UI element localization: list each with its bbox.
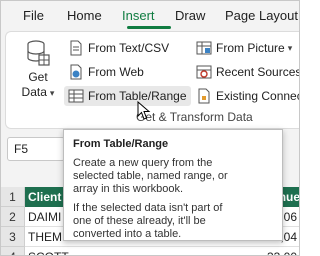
existing-connections-button[interactable]: Existing Connect [196,86,300,106]
get-data-button[interactable]: Get Data ▾ [16,38,60,108]
name-box-value: F5 [14,142,29,156]
from-web-button[interactable]: From Web [68,62,144,82]
recent-sources-label: Recent Sources [216,65,300,79]
row-number[interactable]: 4 [1,247,25,255]
from-text-csv-label: From Text/CSV [88,41,170,55]
from-picture-button[interactable]: From Picture ▾ [196,38,292,58]
get-data-label: Get [28,70,48,84]
tab-insert[interactable]: Insert [122,8,155,23]
tab-file[interactable]: File [23,8,44,23]
from-web-label: From Web [88,65,144,79]
chevron-down-icon: ▾ [49,88,55,98]
tab-home[interactable]: Home [67,8,102,23]
tab-page-layout[interactable]: Page Layout [225,8,298,23]
data-label: Data [21,85,47,99]
tooltip-description: Create a new query from the selected tab… [73,157,228,195]
from-picture-label: From Picture [216,41,285,55]
connection-file-icon [198,88,210,104]
ribbon-tabs: File Home Insert Draw Page Layout [1,1,299,29]
existing-connections-label: Existing Connect [216,89,300,103]
group-label-get-transform: Get & Transform Data [136,110,253,124]
from-table-range-button[interactable]: From Table/Range [64,86,191,106]
from-text-csv-button[interactable]: From Text/CSV [68,38,169,58]
active-tab-indicator [127,26,171,29]
tooltip-note: If the selected data isn't part of one o… [73,202,223,240]
from-table-range-tooltip: From Table/Range Create a new query from… [63,129,283,241]
row-number[interactable]: 1 [1,187,25,207]
picture-table-icon [196,41,212,55]
name-box[interactable]: F5 [7,137,65,161]
web-page-icon [70,64,82,80]
recent-sources-button[interactable]: Recent Sources [196,62,300,82]
row-number[interactable]: 2 [1,207,25,227]
excel-window: File Home Insert Draw Page Layout Get Da… [0,0,300,256]
table-icon [68,89,84,103]
ribbon-panel: Get Data ▾ From Text/CSV From Web From Ta [5,31,300,129]
tooltip-title: From Table/Range [73,138,169,150]
text-file-icon [70,40,82,56]
row-number[interactable]: 3 [1,227,25,247]
chevron-down-icon: ▾ [287,42,293,53]
recent-sources-icon [196,65,212,79]
tab-draw[interactable]: Draw [175,8,205,23]
cell-revenue[interactable]: 33,00 [247,247,299,255]
cell-client[interactable]: SCOTT [25,247,247,255]
mouse-pointer-icon [137,101,151,120]
database-icon [27,40,50,66]
